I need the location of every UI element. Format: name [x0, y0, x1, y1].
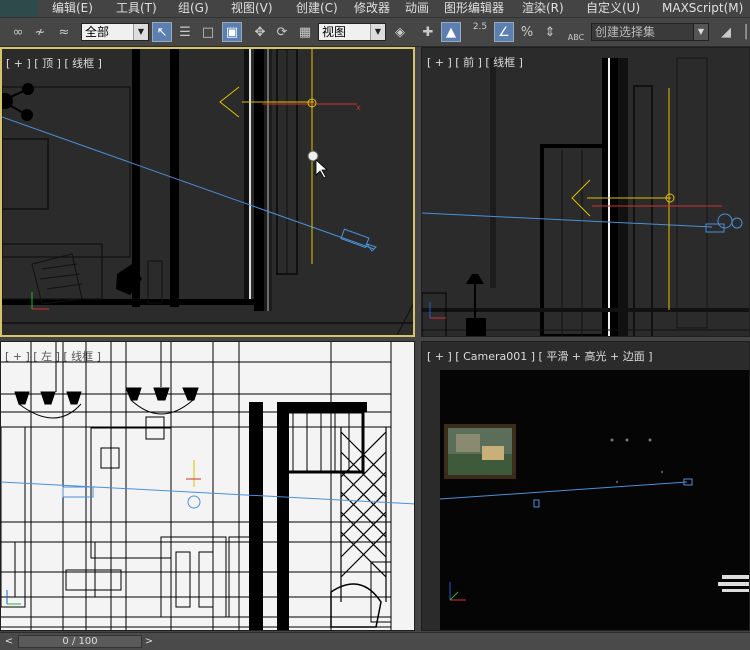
- menu-tools[interactable]: 工具(T): [116, 0, 157, 16]
- menu-view[interactable]: 视图(V): [231, 0, 273, 16]
- abc-label: ABC: [567, 33, 585, 42]
- frame-display: 0 / 100: [62, 636, 98, 647]
- viewport-front[interactable]: [ + ] [ 前 ] [ 线框 ]: [421, 47, 750, 337]
- move-icon[interactable]: ✥: [250, 22, 270, 42]
- menu-modifiers[interactable]: 修改器: [354, 0, 390, 16]
- svg-text:x: x: [356, 103, 361, 112]
- menu-animation[interactable]: 动画: [405, 0, 429, 16]
- menu-bar: 编辑(E) 工具(T) 组(G) 视图(V) 创建(C) 修改器 动画 图形编辑…: [0, 0, 750, 18]
- menu-create[interactable]: 创建(C): [296, 0, 338, 16]
- app-logo[interactable]: [0, 0, 38, 17]
- chevron-down-icon: ▼: [693, 24, 708, 40]
- viewport-top-label[interactable]: [ + ] [ 顶 ] [ 线框 ]: [6, 55, 102, 71]
- reference-coord-value: 视图: [322, 25, 347, 39]
- time-slider[interactable]: 0 / 100: [18, 635, 142, 648]
- snap-value-label: 2.5: [472, 22, 488, 32]
- viewport-camera[interactable]: [ + ] [ Camera001 ] [ 平滑 + 高光 + 边面 ]: [421, 341, 750, 631]
- pivot-center-icon[interactable]: ◈: [390, 22, 410, 42]
- mirror-icon[interactable]: ◢: [716, 22, 736, 42]
- viewport-front-label[interactable]: [ + ] [ 前 ] [ 线框 ]: [427, 54, 523, 70]
- named-selection-dropdown[interactable]: 创建选择集 ▼: [591, 23, 709, 41]
- select-by-name-icon[interactable]: ☰: [175, 22, 195, 42]
- link-icon[interactable]: ∞: [8, 22, 28, 42]
- menu-maxscript[interactable]: MAXScript(M): [662, 0, 743, 16]
- reference-coord-dropdown[interactable]: 视图 ▼: [318, 23, 386, 41]
- rectangular-selection-icon[interactable]: □: [198, 22, 218, 42]
- viewport-left[interactable]: [ + ] [ 左 ] [ 线框 ]: [0, 341, 415, 631]
- edit-named-selection-icon[interactable]: ABC: [566, 22, 586, 42]
- viewport-left-label[interactable]: [ + ] [ 左 ] [ 线框 ]: [5, 348, 101, 364]
- time-prev-button[interactable]: <: [3, 635, 15, 648]
- percent-snap-icon[interactable]: %: [517, 22, 537, 42]
- scale-icon[interactable]: ▦: [295, 22, 315, 42]
- selection-filter-dropdown[interactable]: 全部 ▼: [81, 23, 149, 41]
- main-toolbar: ∞ ≁ ≈ 全部 ▼ ↖ ☰ □ ▣ ✥ ⟳ ▦ 视图 ▼ ◈ ✚ ▲ 2.5 …: [0, 18, 750, 47]
- menu-graph-editors[interactable]: 图形编辑器: [444, 0, 504, 16]
- menu-rendering[interactable]: 渲染(R): [522, 0, 564, 16]
- angle-snap-icon[interactable]: ∠: [494, 22, 514, 42]
- unlink-icon[interactable]: ≁: [30, 22, 50, 42]
- select-object-icon[interactable]: ↖: [152, 22, 172, 42]
- window-crossing-icon[interactable]: ▣: [222, 22, 242, 42]
- spinner-snap-icon[interactable]: ⇕: [540, 22, 560, 42]
- viewport-top[interactable]: x [ + ] [ 顶 ] [ 线框 ]: [0, 47, 415, 337]
- top-view-wireframe: x: [2, 49, 413, 335]
- align-icon[interactable]: │: [736, 22, 750, 42]
- keyboard-shortcut-override-icon[interactable]: ▲: [441, 22, 461, 42]
- selection-filter-value: 全部: [85, 25, 110, 39]
- chevron-down-icon: ▼: [370, 24, 385, 40]
- time-next-button[interactable]: >: [143, 635, 155, 648]
- time-slider-bar: < 0 / 100 >: [0, 632, 750, 650]
- menu-edit[interactable]: 编辑(E): [52, 0, 93, 16]
- snap-toggle-icon[interactable]: 2.5: [470, 22, 490, 42]
- camera-view-render: [422, 342, 749, 630]
- viewport-camera-label[interactable]: [ + ] [ Camera001 ] [ 平滑 + 高光 + 边面 ]: [427, 348, 653, 364]
- left-view-wireframe: [1, 342, 414, 630]
- menu-customize[interactable]: 自定义(U): [586, 0, 640, 16]
- bind-space-warp-icon[interactable]: ≈: [54, 22, 74, 42]
- rotate-icon[interactable]: ⟳: [272, 22, 292, 42]
- select-manipulate-icon[interactable]: ✚: [418, 22, 438, 42]
- front-view-wireframe: [422, 48, 749, 336]
- chevron-down-icon: ▼: [133, 24, 148, 40]
- named-selection-placeholder: 创建选择集: [595, 25, 656, 39]
- menu-group[interactable]: 组(G): [178, 0, 209, 16]
